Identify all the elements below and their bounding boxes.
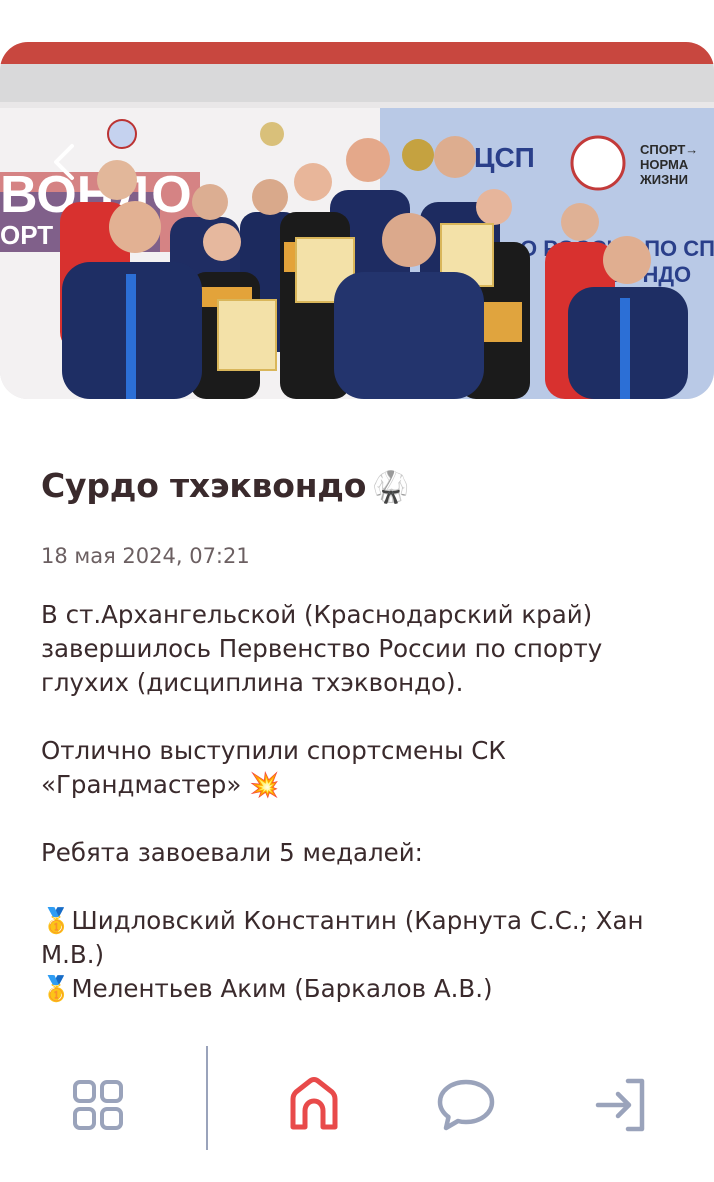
- login-icon: [595, 1078, 645, 1132]
- post-paragraph: Отлично выступили спортсмены СК «Грандма…: [41, 734, 681, 802]
- post-line: «Грандмастер» 💥: [41, 770, 280, 799]
- nav-item-home[interactable]: [279, 1070, 349, 1140]
- nav-item-login[interactable]: [585, 1070, 655, 1140]
- post-paragraph: 🥇Шидловский Константин (Карнута С.С.; Ха…: [41, 904, 681, 1006]
- nav-divider: [206, 1046, 208, 1150]
- banner-text-2: ОРТ: [0, 220, 53, 250]
- post-line: 🥇Шидловский Константин (Карнута С.С.; Ха…: [41, 906, 644, 935]
- banner-text-3: ЦСП: [474, 142, 535, 173]
- banner-text-4: СПОРТ→: [640, 142, 698, 157]
- banner-text-6: ЖИЗНИ: [639, 172, 688, 187]
- back-button[interactable]: [48, 140, 82, 184]
- post-photo[interactable]: ВОНДО ОРТ ЦСП СПОРТ→ НОРМА ЖИЗНИ О РОССИ…: [0, 42, 714, 399]
- grid-icon: [73, 1080, 123, 1130]
- post-title: Сурдо тхэквондо 🥋: [41, 466, 410, 505]
- post-line: В ст.Архангельской (Краснодарский край): [41, 600, 593, 629]
- nav-item-chat[interactable]: [431, 1070, 501, 1140]
- post-line: Ребята завоевали 5 медалей:: [41, 838, 423, 867]
- post-line: глухих (дисциплина тхэквондо).: [41, 668, 464, 697]
- chevron-left-icon: [54, 144, 74, 180]
- team-photo-illustration: ВОНДО ОРТ ЦСП СПОРТ→ НОРМА ЖИЗНИ О РОССИ…: [0, 102, 714, 399]
- post-title-text: Сурдо тхэквондо: [41, 466, 367, 505]
- post-paragraph: Ребята завоевали 5 медалей:: [41, 836, 681, 870]
- bottom-navigation: [0, 1014, 714, 1182]
- post-paragraph: В ст.Архангельской (Краснодарский край) …: [41, 598, 681, 700]
- post-line: 🥇Мелентьев Аким (Баркалов А.В.): [41, 974, 493, 1003]
- nav-item-menu[interactable]: [63, 1070, 133, 1140]
- post-line: Отлично выступили спортсмены СК: [41, 736, 506, 765]
- chat-icon: [437, 1079, 495, 1131]
- post-date: 18 мая 2024, 07:21: [41, 544, 250, 568]
- banner-text-5: НОРМА: [640, 157, 689, 172]
- post-line: завершилось Первенство России по спорту: [41, 634, 603, 663]
- home-icon: [290, 1077, 338, 1130]
- martial-arts-uniform-emoji: 🥋: [372, 470, 410, 505]
- post-body: В ст.Архангельской (Краснодарский край) …: [41, 598, 681, 1014]
- post-line: М.В.): [41, 940, 105, 969]
